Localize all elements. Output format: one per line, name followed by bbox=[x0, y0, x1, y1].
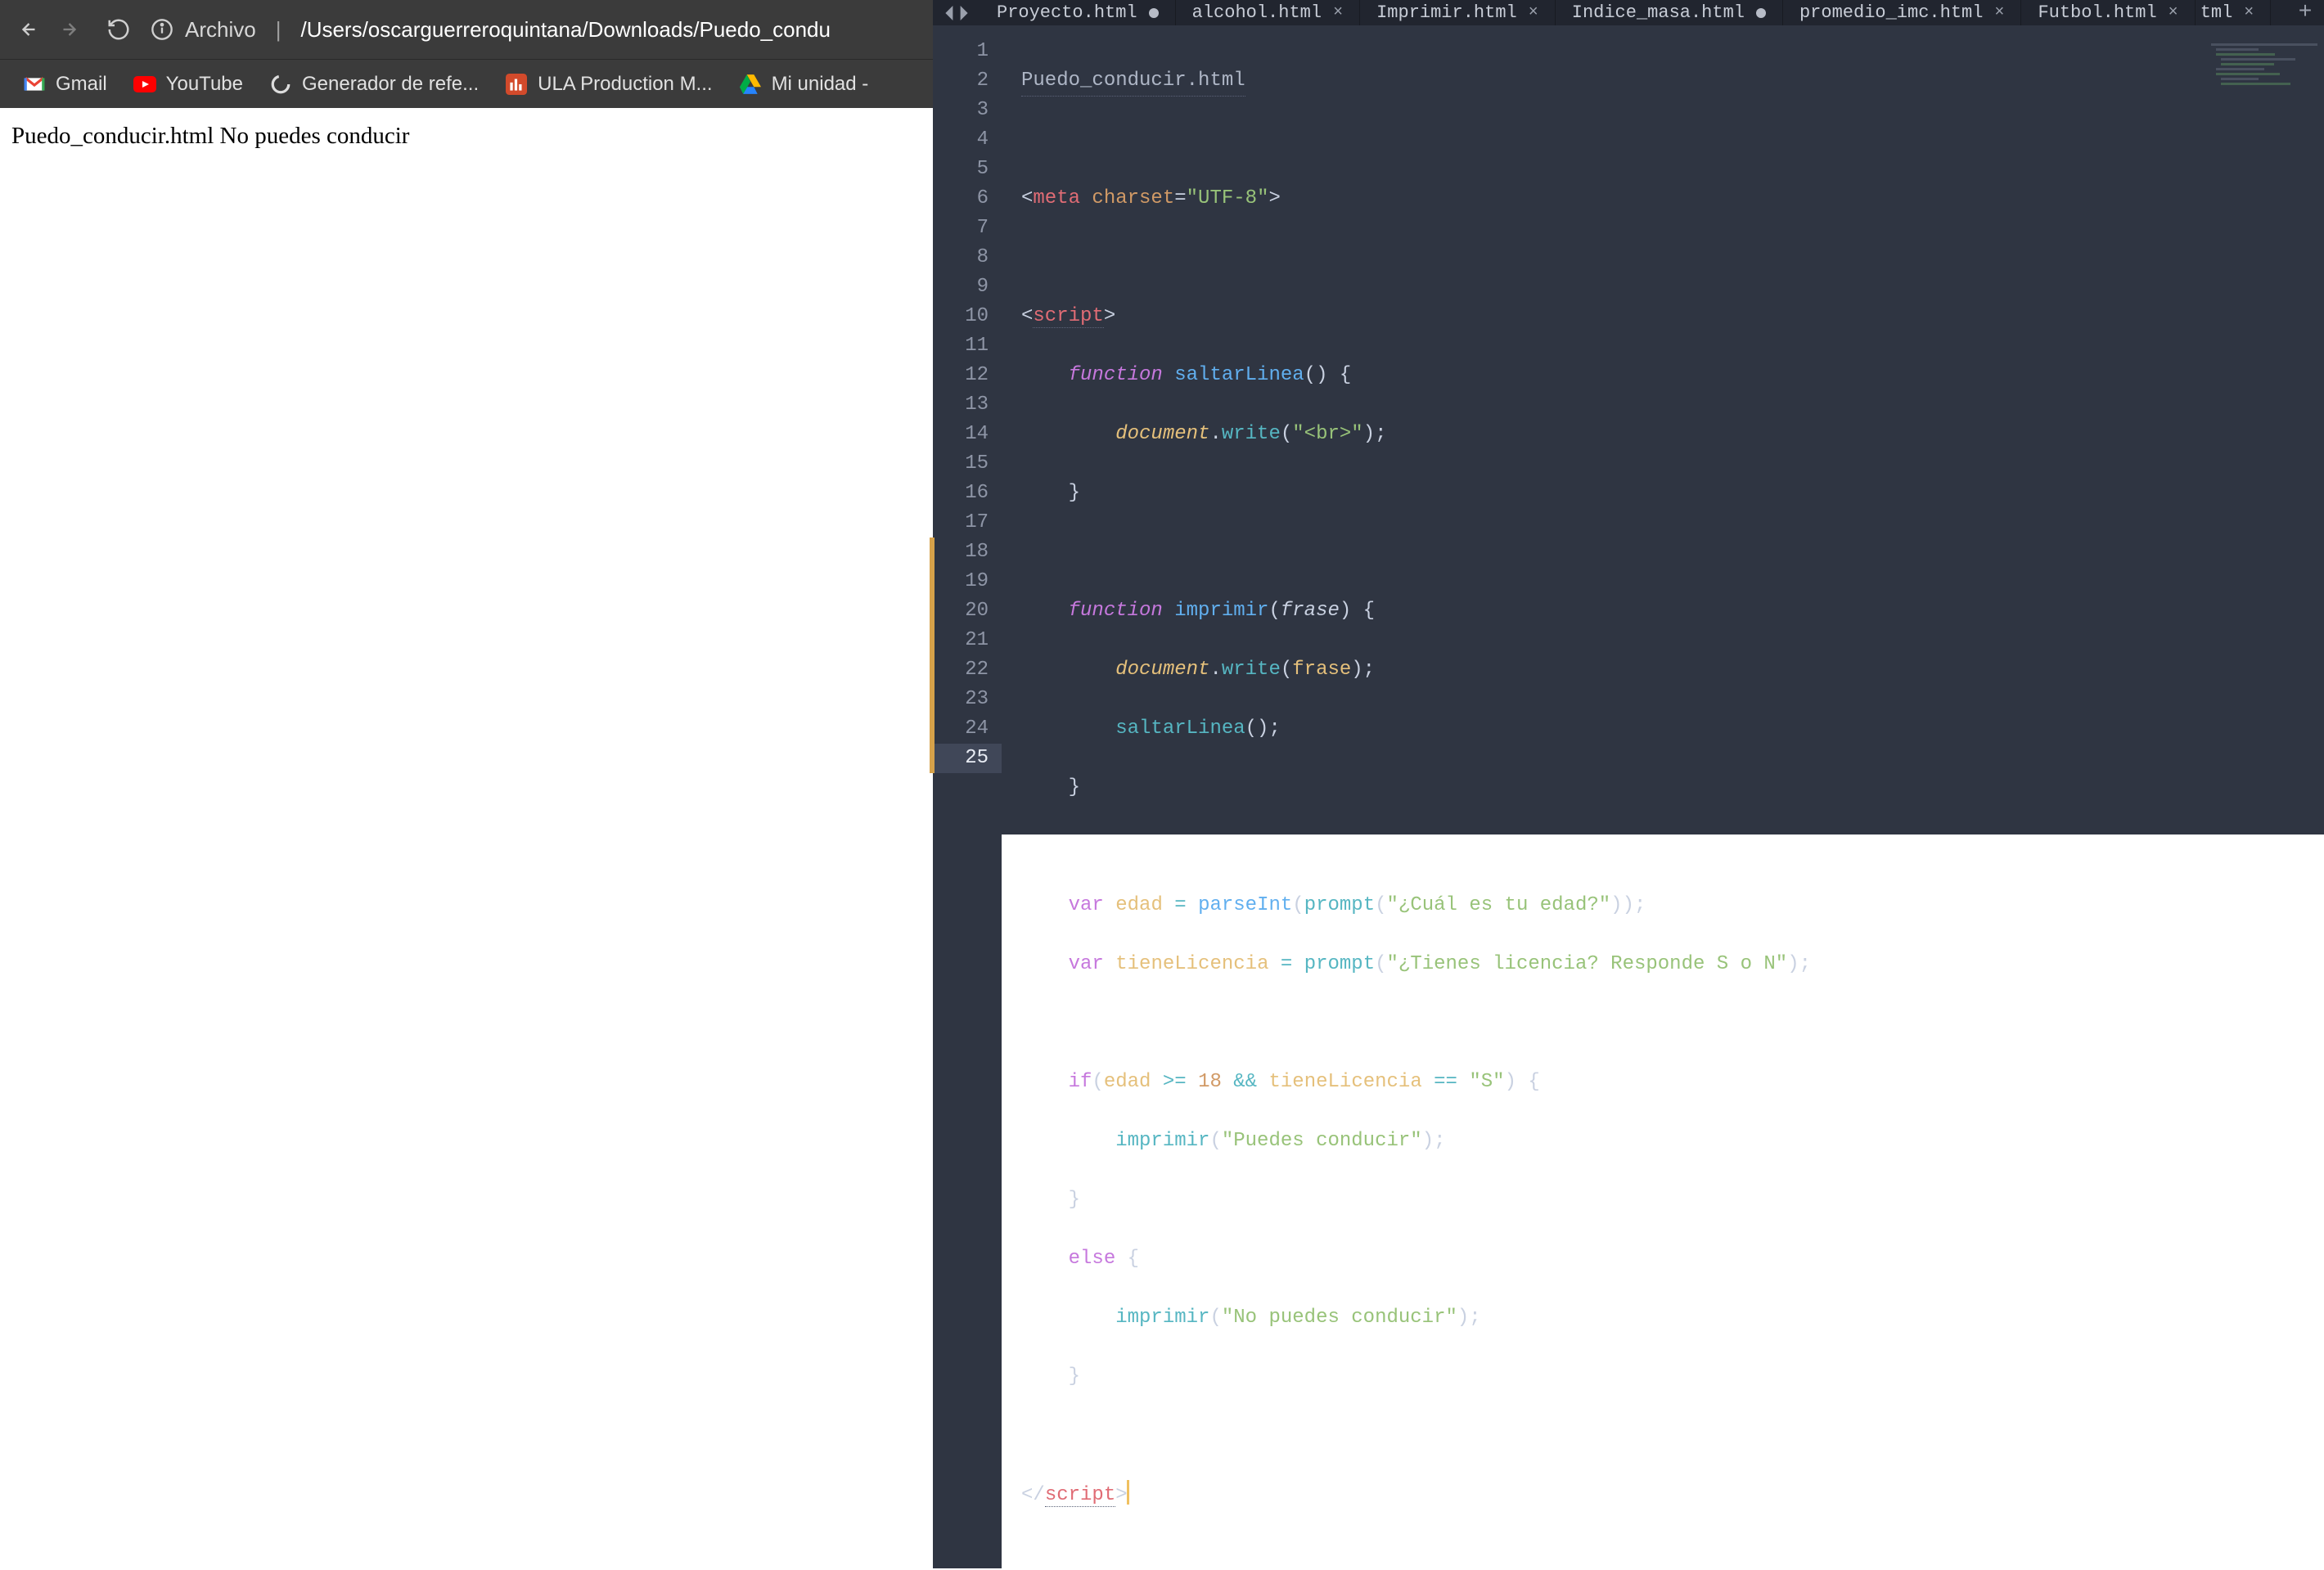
new-tab-button[interactable]: + bbox=[2286, 0, 2324, 25]
line-number[interactable]: 25 bbox=[933, 744, 1002, 773]
code-editor: Proyecto.html alcohol.html × Imprimir.html ×… bbox=[933, 0, 2324, 834]
line-number[interactable]: 24 bbox=[933, 714, 989, 744]
close-tab-icon[interactable]: × bbox=[1994, 3, 2004, 22]
line-number[interactable]: 20 bbox=[933, 596, 989, 626]
bookmark-label: Mi unidad - bbox=[772, 73, 869, 96]
bookmark-ula[interactable]: ULA Production M... bbox=[505, 73, 712, 96]
line-number[interactable]: 19 bbox=[933, 567, 989, 596]
tab-label: Imprimir.html bbox=[1376, 2, 1517, 23]
tab-label: Proyecto.html bbox=[997, 2, 1137, 23]
url-path: /Users/oscarguerreroquintana/Downloads/P… bbox=[300, 17, 831, 43]
line-number[interactable]: 10 bbox=[933, 302, 989, 331]
file-title: Puedo_conducir.html bbox=[1021, 66, 1245, 97]
editor-tab[interactable]: Indice_masa.html bbox=[1556, 0, 1783, 25]
bookmark-label: Generador de refe... bbox=[302, 73, 479, 96]
editor-tab[interactable]: alcohol.html × bbox=[1176, 0, 1360, 25]
tab-label: alcohol.html bbox=[1192, 2, 1322, 23]
bookmark-label: YouTube bbox=[166, 73, 243, 96]
editor-tab[interactable]: tml × bbox=[2196, 0, 2272, 25]
page-content: Puedo_conducir.html No puedes conducir bbox=[0, 108, 933, 834]
line-number[interactable]: 9 bbox=[933, 272, 989, 302]
close-tab-icon[interactable]: × bbox=[1529, 3, 1538, 22]
browser-toolbar: Archivo | /Users/oscarguerreroquintana/D… bbox=[0, 0, 933, 59]
editor-tab[interactable]: Futbol.html × bbox=[2021, 0, 2195, 25]
editor-tab[interactable]: Proyecto.html bbox=[980, 0, 1176, 25]
dirty-dot-icon bbox=[1756, 8, 1766, 18]
line-number[interactable]: 13 bbox=[933, 390, 989, 420]
close-tab-icon[interactable]: × bbox=[2169, 3, 2178, 22]
browser-window: Archivo | /Users/oscarguerreroquintana/D… bbox=[0, 0, 933, 834]
line-number[interactable]: 22 bbox=[933, 655, 989, 685]
line-number[interactable]: 12 bbox=[933, 361, 989, 390]
bookmark-drive[interactable]: Mi unidad - bbox=[739, 73, 869, 96]
nav-controls bbox=[15, 17, 131, 42]
back-button[interactable] bbox=[15, 18, 38, 41]
bookmark-label: ULA Production M... bbox=[538, 73, 712, 96]
tab-label: tml bbox=[2200, 2, 2233, 23]
line-number[interactable]: 8 bbox=[933, 243, 989, 272]
url-separator: | bbox=[268, 17, 290, 43]
line-number[interactable]: 14 bbox=[933, 420, 989, 449]
line-number[interactable]: 17 bbox=[933, 508, 989, 538]
code-area[interactable]: Puedo_conducir.html <meta charset="UTF-8… bbox=[1002, 25, 2324, 1568]
dirty-dot-icon bbox=[1149, 8, 1159, 18]
line-number[interactable]: 15 bbox=[933, 449, 989, 479]
bookmark-gmail[interactable]: Gmail bbox=[23, 73, 107, 96]
line-number[interactable]: 18 bbox=[933, 538, 989, 567]
reload-button[interactable] bbox=[106, 17, 131, 42]
text-cursor bbox=[1127, 1480, 1129, 1505]
editor-tabbar: Proyecto.html alcohol.html × Imprimir.html ×… bbox=[933, 0, 2324, 25]
site-info-icon[interactable] bbox=[151, 18, 173, 41]
tab-nav-arrows[interactable] bbox=[933, 0, 980, 25]
url-scheme: Archivo bbox=[185, 17, 256, 43]
bookmark-youtube[interactable]: YouTube bbox=[133, 73, 243, 96]
line-number[interactable]: 7 bbox=[933, 214, 989, 243]
bookmark-generador[interactable]: Generador de refe... bbox=[269, 73, 479, 96]
line-number[interactable]: 4 bbox=[933, 125, 989, 155]
editor-tab[interactable]: promedio_imc.html × bbox=[1783, 0, 2021, 25]
spinner-icon bbox=[269, 73, 292, 96]
tab-label: Indice_masa.html bbox=[1572, 2, 1745, 23]
youtube-icon bbox=[133, 73, 156, 96]
gmail-icon bbox=[23, 73, 46, 96]
close-tab-icon[interactable]: × bbox=[2244, 3, 2254, 22]
line-number[interactable]: 16 bbox=[933, 479, 989, 508]
tab-label: Futbol.html bbox=[2038, 2, 2156, 23]
bookmark-label: Gmail bbox=[56, 73, 107, 96]
bookmarks-bar: Gmail YouTube Generador de refe... ULA P… bbox=[0, 59, 933, 108]
tab-label: promedio_imc.html bbox=[1799, 2, 1983, 23]
address-bar[interactable]: Archivo | /Users/oscarguerreroquintana/D… bbox=[151, 0, 918, 59]
minimap[interactable] bbox=[2211, 41, 2317, 147]
tabs-container: Proyecto.html alcohol.html × Imprimir.html ×… bbox=[980, 0, 2286, 25]
line-number[interactable]: 11 bbox=[933, 331, 989, 361]
line-number[interactable]: 1 bbox=[933, 37, 989, 66]
line-number[interactable]: 6 bbox=[933, 184, 989, 214]
editor-body: 1234567891011121314151617181920212223242… bbox=[933, 25, 2324, 1568]
line-number[interactable]: 3 bbox=[933, 96, 989, 125]
forward-button[interactable] bbox=[61, 18, 83, 41]
ula-icon bbox=[505, 73, 528, 96]
editor-tab[interactable]: Imprimir.html × bbox=[1360, 0, 1556, 25]
drive-icon bbox=[739, 73, 762, 96]
line-number[interactable]: 21 bbox=[933, 626, 989, 655]
page-body-text: Puedo_conducir.html No puedes conducir bbox=[11, 123, 409, 149]
line-gutter: 1234567891011121314151617181920212223242… bbox=[933, 25, 1002, 1568]
line-number[interactable]: 23 bbox=[933, 685, 989, 714]
line-number[interactable]: 2 bbox=[933, 66, 989, 96]
line-number[interactable]: 5 bbox=[933, 155, 989, 184]
close-tab-icon[interactable]: × bbox=[1333, 3, 1343, 22]
